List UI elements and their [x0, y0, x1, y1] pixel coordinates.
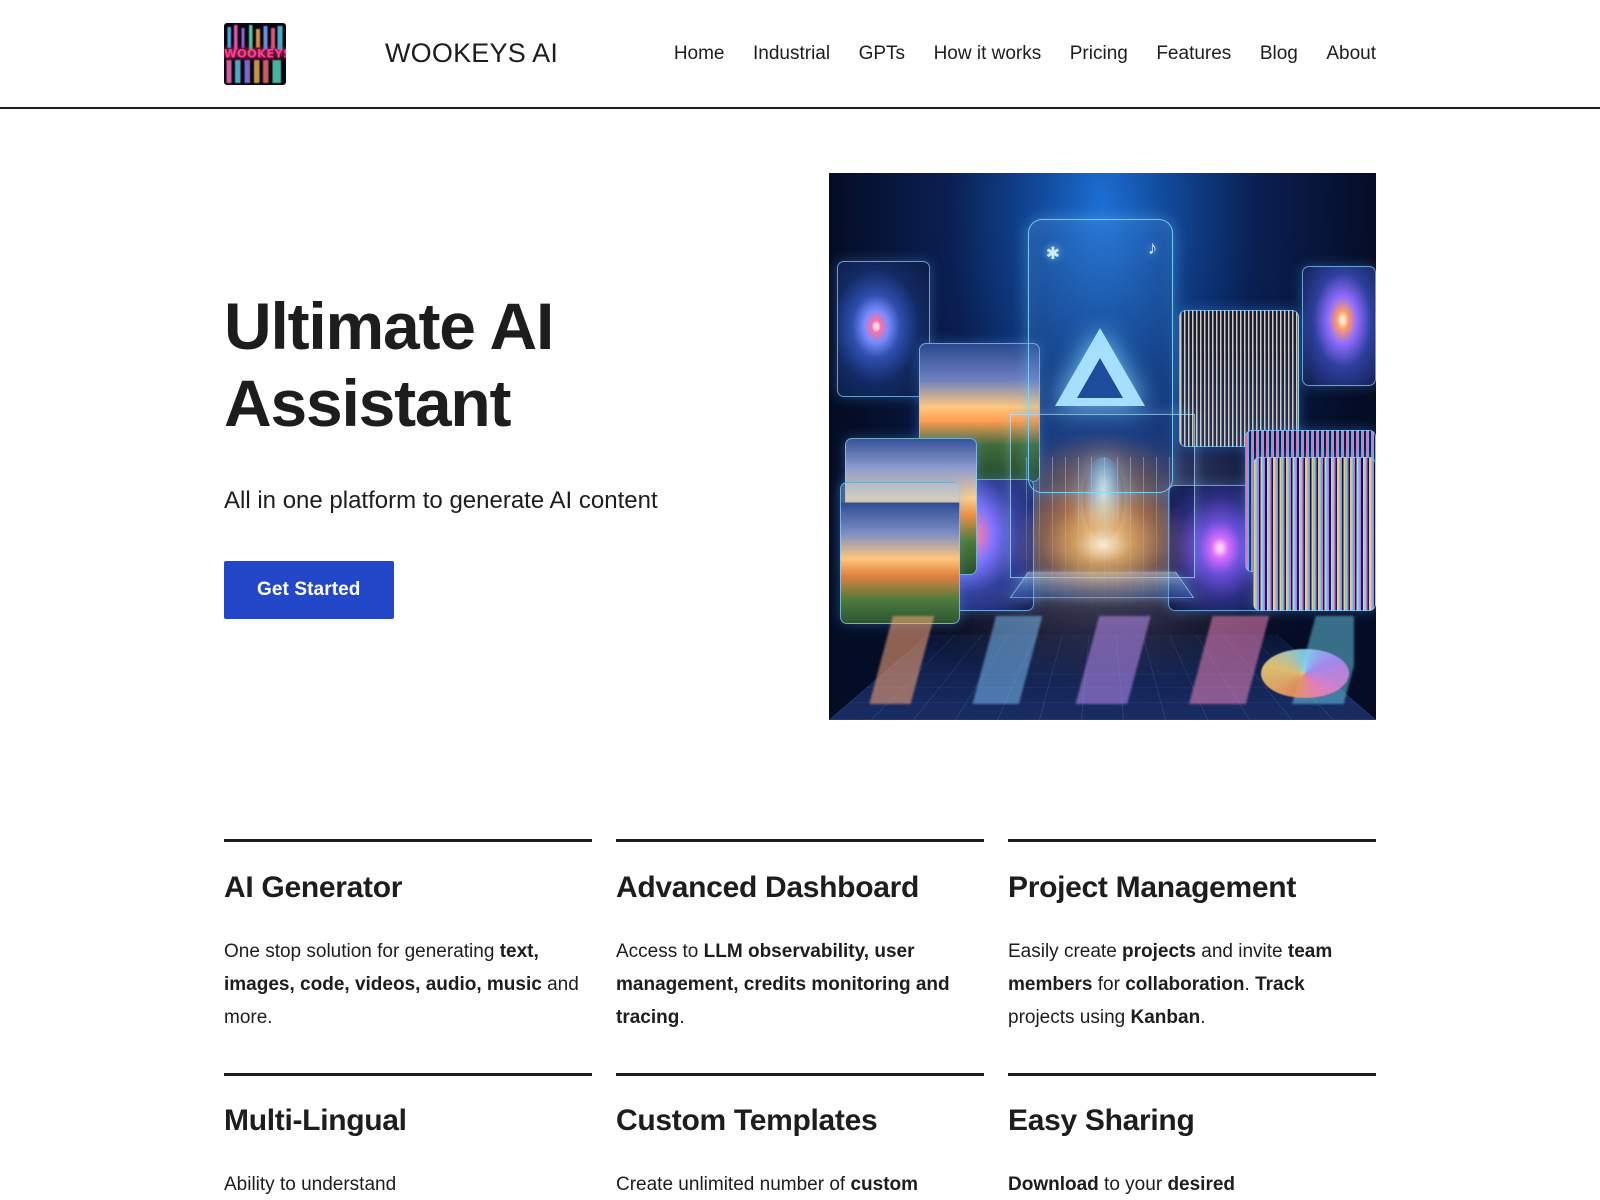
illustration-core-glow	[1012, 484, 1193, 605]
logo-neon-bottles-bottom	[224, 60, 286, 83]
feature-body: Access to LLM observability, user manage…	[616, 941, 950, 1028]
wookeys-logo-icon[interactable]: WOOKEYS	[224, 22, 286, 85]
feature-title: Easy Sharing	[1008, 1103, 1195, 1137]
logo-wordmark: WOOKEYS	[224, 46, 286, 61]
illustration-panel-chart	[1252, 457, 1376, 611]
illustration-panel-spectrum-1	[1179, 309, 1300, 447]
main-content: Ultimate AI Assistant All in one platfor…	[0, 109, 1600, 1200]
feature-card-custom-templates: Custom Templates Create unlimited number…	[616, 1072, 984, 1200]
nav-item-features[interactable]: Features	[1156, 43, 1231, 65]
site-header: WOOKEYS WOOKEYS AI Home Industrial GPTs …	[0, 0, 1600, 109]
feature-card-project-management: Project Management Easily create project…	[1008, 839, 1376, 1073]
feature-card-easy-sharing: Easy Sharing Download to your desired	[1008, 1072, 1376, 1200]
sparkle-icon: ✱	[1045, 243, 1060, 263]
hero-section: Ultimate AI Assistant All in one platfor…	[224, 109, 1376, 720]
feature-title: Multi-Lingual	[224, 1103, 407, 1137]
get-started-button[interactable]: Get Started	[224, 561, 394, 620]
illustration-panel-galaxy-left	[837, 260, 931, 398]
illustration-disc-icon	[1261, 648, 1349, 699]
feature-title: AI Generator	[224, 871, 403, 904]
nav-item-gpts[interactable]: GPTs	[859, 43, 905, 65]
illustration-center-card: ✱ ♪	[1027, 219, 1173, 493]
feature-title: Custom Templates	[616, 1103, 878, 1137]
main-nav: Home Industrial GPTs How it works Pricin…	[674, 43, 1376, 65]
illustration-panel-galaxy-right	[1302, 265, 1376, 387]
feature-body: Ability to understand	[224, 1173, 397, 1195]
feature-body: Easily create projects and invite team m…	[1008, 941, 1333, 1028]
feature-body: Download to your desired	[1008, 1173, 1236, 1195]
brand-name: WOOKEYS AI	[385, 38, 559, 68]
illustration-panel-window	[839, 482, 961, 625]
hero-copy: Ultimate AI Assistant All in one platfor…	[224, 173, 795, 620]
nav-item-about[interactable]: About	[1326, 43, 1376, 65]
nav-item-pricing[interactable]: Pricing	[1070, 43, 1128, 65]
page-title: Ultimate AI Assistant	[224, 289, 554, 441]
music-note-icon: ♪	[1147, 238, 1158, 260]
hero-subtitle: All in one platform to generate AI conte…	[224, 487, 658, 515]
feature-card-advanced-dashboard: Advanced Dashboard Access to LLM observa…	[616, 839, 984, 1073]
nav-item-industrial[interactable]: Industrial	[753, 43, 830, 65]
nav-item-home[interactable]: Home	[674, 43, 725, 65]
brand-group[interactable]: WOOKEYS WOOKEYS AI	[224, 22, 559, 85]
feature-card-ai-generator: AI Generator One stop solution for gener…	[224, 839, 592, 1073]
feature-title: Advanced Dashboard	[616, 871, 920, 904]
feature-card-multi-lingual: Multi-Lingual Ability to understand	[224, 1072, 592, 1200]
feature-body: Create unlimited number of custom	[616, 1173, 919, 1195]
hero-illustration: ✱ ♪	[829, 173, 1376, 720]
features-grid: AI Generator One stop solution for gener…	[224, 720, 1376, 1200]
nav-item-blog[interactable]: Blog	[1260, 43, 1298, 65]
feature-body: One stop solution for generating text, i…	[224, 941, 579, 1028]
triangle-logo-icon	[1055, 328, 1146, 407]
nav-item-how-it-works[interactable]: How it works	[934, 43, 1042, 65]
feature-title: Project Management	[1008, 871, 1297, 904]
